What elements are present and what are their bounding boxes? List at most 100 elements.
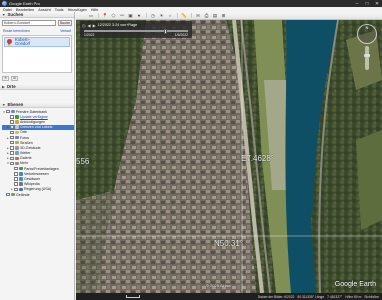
collapse-triangle-icon: ▼ <box>2 102 6 107</box>
layers-section-title: Ebenen <box>7 102 24 107</box>
menu-add[interactable]: Hinzufügen <box>68 8 87 12</box>
layer-checkbox[interactable] <box>10 146 14 150</box>
sun-icon[interactable]: ☀ <box>159 13 165 19</box>
save-image-icon[interactable]: ▤ <box>212 13 218 19</box>
zoom-slider[interactable] <box>364 46 370 70</box>
layer-label: Gelände <box>16 192 30 197</box>
close-button[interactable]: ✕ <box>372 0 382 7</box>
layer-checkbox[interactable] <box>10 135 14 140</box>
imagery-copyright: © 2025 Airbus <box>206 283 232 288</box>
menu-file[interactable]: Datei <box>3 8 12 12</box>
email-icon[interactable]: ✉ <box>195 13 201 19</box>
time-slider-handle[interactable] <box>163 28 167 34</box>
layer-item[interactable]: Gelände <box>2 192 74 197</box>
scale-bar <box>126 295 140 298</box>
view-in-maps-icon[interactable]: ⊞ <box>221 13 227 19</box>
layer-icon <box>10 192 15 197</box>
title-bar: Google Earth Pro – □ ✕ <box>0 0 382 7</box>
search-result-item[interactable]: Kobern- Gondorf <box>4 37 70 47</box>
historical-imagery-icon[interactable]: ◷ <box>150 13 156 19</box>
imagery-date: Datum der Bilder: 6/2022 <box>257 294 295 299</box>
navigation-controls <box>356 24 378 72</box>
collapse-triangle-icon: ▼ <box>2 12 6 17</box>
clock-icon: ◷ <box>82 22 86 28</box>
layer-checkbox[interactable] <box>10 161 14 166</box>
layer-checkbox[interactable] <box>10 151 14 155</box>
menu-tools[interactable]: Tools <box>55 8 64 12</box>
layer-checkbox[interactable] <box>10 156 14 161</box>
result-name: Kobern- Gondorf <box>15 36 31 46</box>
layer-checkbox[interactable] <box>10 115 14 119</box>
layer-icon <box>14 135 19 140</box>
placemark-icon[interactable]: 📍 <box>102 13 108 19</box>
record-tour-icon[interactable]: ● <box>136 13 142 19</box>
longitude-readout: 7.461327° <box>327 294 343 299</box>
layer-label: Ankündigungen <box>20 119 45 124</box>
layer-icon <box>10 109 15 114</box>
main-toolbar: ▭ 📍 ⬠ 〰 ▣ ● ◷ ☀ ♁ 📏 ✉ ⎙ ▤ ⊞ <box>76 12 382 20</box>
image-overlay-icon[interactable]: ▣ <box>128 13 134 19</box>
layer-icon <box>14 151 19 155</box>
toolbar-divider <box>190 13 192 18</box>
search-input[interactable]: Kobern-Gondorf <box>2 20 56 26</box>
layer-label: Fotos <box>20 135 29 140</box>
maximize-button[interactable]: □ <box>362 0 372 7</box>
toolbar-divider <box>97 13 99 18</box>
compass-icon[interactable] <box>357 24 377 44</box>
google-earth-icon <box>2 1 7 6</box>
copy-results-icon[interactable]: ⧉ <box>11 75 18 81</box>
close-results-icon[interactable]: ✕ <box>2 75 9 81</box>
latitude-readout: 50.311335° Länge <box>297 294 325 299</box>
layer-icon <box>14 156 19 161</box>
longitude-label: E7.4628° <box>241 154 275 163</box>
layer-label: Gewässer <box>24 177 41 182</box>
latitude-label: N50.31° <box>214 239 243 248</box>
search-section-title: Suchen <box>7 12 24 17</box>
zoom-handle[interactable] <box>364 54 370 57</box>
menu-edit[interactable]: Bearbeiten <box>16 8 34 12</box>
layers-tree: ▾ Primäre Datenbank Update verfügbar Ankünd… <box>0 108 74 197</box>
layer-checkbox[interactable] <box>14 182 18 186</box>
historical-imagery-slider[interactable]: ◷ ◀ ▶ 12/2022 3:24 von+Rage 1/2022 1/6/2… <box>80 21 192 38</box>
layer-icon <box>18 182 23 186</box>
layer-icon <box>14 161 19 166</box>
step-forward-icon[interactable]: ▶ <box>93 23 96 28</box>
menu-view[interactable]: Ansicht <box>38 8 50 12</box>
polygon-icon[interactable]: ⬠ <box>111 13 117 19</box>
layer-checkbox[interactable] <box>14 187 18 192</box>
layer-checkbox[interactable] <box>10 140 14 145</box>
planets-icon[interactable]: ♁ <box>167 13 173 19</box>
layer-checkbox[interactable] <box>6 192 10 197</box>
search-links: Route berechnen Verlauf <box>0 29 74 33</box>
expand-triangle-icon: ▶ <box>2 84 5 89</box>
time-slider-track[interactable] <box>84 28 188 34</box>
step-back-icon[interactable]: ◀ <box>88 23 91 28</box>
time-slider-header: ◷ ◀ ▶ 12/2022 3:24 von+Rage <box>82 23 137 28</box>
layer-checkbox[interactable]: ✓ <box>10 125 14 129</box>
layer-label: Wetter <box>20 151 31 156</box>
history-link[interactable]: Verlauf <box>60 29 71 33</box>
layer-checkbox[interactable] <box>14 172 18 176</box>
eye-altitude-readout: Sichthöhe <box>364 294 379 299</box>
layer-checkbox[interactable] <box>14 177 18 181</box>
layer-checkbox[interactable] <box>14 166 18 171</box>
print-icon[interactable]: ⎙ <box>204 13 210 19</box>
search-button[interactable]: Suche <box>58 20 72 26</box>
layer-label: Grenzen und Labels <box>20 125 53 130</box>
layer-checkbox[interactable] <box>10 120 14 124</box>
status-bar: Datum der Bilder: 6/2022 50.311335° Läng… <box>76 293 382 300</box>
sidebar-toggle-icon[interactable]: ▭ <box>88 13 94 19</box>
directions-link[interactable]: Route berechnen <box>3 29 30 33</box>
layer-checkbox[interactable] <box>10 130 14 135</box>
path-icon[interactable]: 〰 <box>119 13 125 19</box>
layer-label: Regierung (USA) <box>24 187 52 192</box>
menu-help[interactable]: Hilfe <box>91 8 99 12</box>
map-pin-icon <box>7 38 12 46</box>
layer-icon <box>14 120 19 124</box>
toolbar-divider <box>176 13 178 18</box>
layer-checkbox[interactable] <box>6 109 10 114</box>
partial-grid-label: 556 <box>76 157 90 166</box>
minimize-button[interactable]: – <box>352 0 362 7</box>
map-view[interactable]: ◷ ◀ ▶ 12/2022 3:24 von+Rage 1/2022 1/6/2… <box>76 20 382 293</box>
ruler-icon[interactable]: 📏 <box>181 13 187 19</box>
